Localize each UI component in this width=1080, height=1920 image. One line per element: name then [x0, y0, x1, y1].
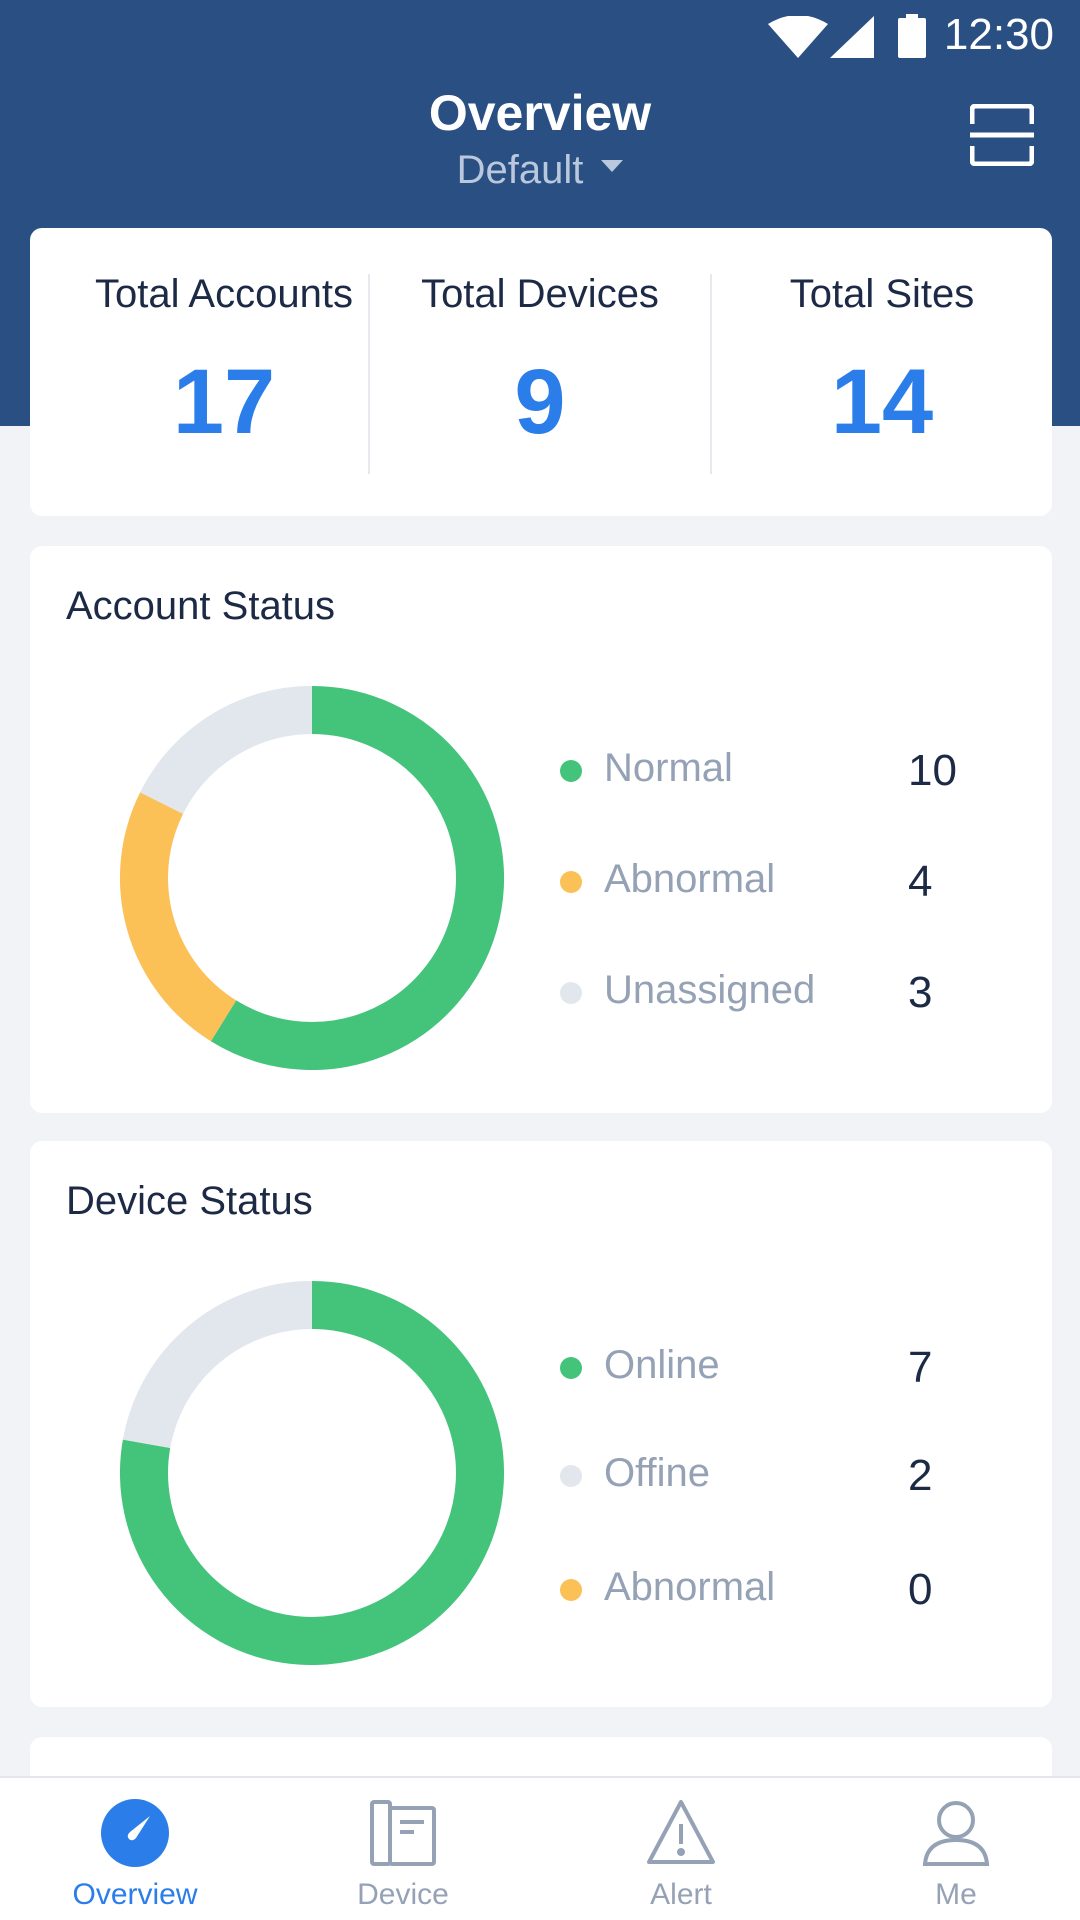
summary-total-sites[interactable]: Total Sites 14: [712, 228, 1052, 516]
nav-label: Alert: [650, 1878, 712, 1911]
bottom-navigation: Overview Device Alert Me: [0, 1776, 1080, 1920]
donut-segment-unassigned: [140, 686, 313, 815]
device-status-donut: [120, 1281, 504, 1665]
legend-dot: [560, 982, 582, 1004]
nav-tab-alert[interactable]: Alert: [546, 1778, 816, 1920]
donut-segment-abnormal: [120, 792, 237, 1042]
legend-row-normal: Normal 10: [548, 740, 998, 800]
nav-tab-me[interactable]: Me: [821, 1778, 1080, 1920]
legend-value: 2: [908, 1451, 933, 1500]
legend-dot: [560, 871, 582, 893]
legend-value: 0: [908, 1565, 933, 1614]
caret-down-icon: [601, 160, 624, 173]
legend-row-online: Online 7: [548, 1337, 998, 1397]
donut-segment-offine: [122, 1281, 313, 1449]
legend-value: 4: [908, 857, 933, 906]
user-icon: [922, 1801, 990, 1866]
legend-label: Normal: [604, 746, 733, 790]
summary-value: 14: [830, 351, 934, 453]
site-selector[interactable]: Default: [0, 148, 1080, 193]
legend-dot: [560, 760, 582, 782]
card-title: Device Status: [66, 1179, 313, 1223]
account-status-donut: [120, 686, 504, 1070]
summary-total-accounts[interactable]: Total Accounts 17: [54, 228, 394, 516]
summary-label: Total Sites: [789, 272, 975, 316]
legend-label: Abnormal: [604, 1565, 776, 1609]
wifi-icon: [768, 16, 828, 58]
nav-label: Device: [357, 1878, 449, 1911]
legend-value: 3: [908, 968, 933, 1017]
nav-tab-overview[interactable]: Overview: [0, 1778, 270, 1920]
alert-icon: [647, 1800, 715, 1864]
status-bar: 12:30: [0, 0, 1080, 72]
legend-label: Unassigned: [604, 968, 816, 1012]
scan-icon[interactable]: [970, 104, 1034, 166]
device-icon: [370, 1800, 436, 1866]
legend-row-abnormal: Abnormal 0: [548, 1559, 998, 1619]
summary-label: Total Accounts: [95, 272, 353, 316]
summary-card: Total Accounts 17 Total Devices 9 Total …: [30, 228, 1052, 516]
summary-value: 9: [514, 351, 566, 453]
account-status-card[interactable]: Account Status Normal 10 Abnormal 4 Unas…: [30, 546, 1052, 1113]
legend-dot: [560, 1579, 582, 1601]
app-screen: 12:30 Overview Default Total Accounts 17…: [0, 0, 1080, 1920]
nav-tab-device[interactable]: Device: [268, 1778, 538, 1920]
donut-segment-normal: [210, 686, 504, 1070]
legend-row-abnormal: Abnormal 4: [548, 851, 998, 911]
dashboard-icon: [101, 1799, 169, 1867]
legend-value: 10: [908, 746, 957, 795]
legend-label: Abnormal: [604, 857, 776, 901]
site-selector-label: Default: [456, 148, 584, 192]
summary-total-devices[interactable]: Total Devices 9: [370, 228, 710, 516]
legend-value: 7: [908, 1343, 933, 1392]
device-status-card[interactable]: Device Status Online 7 Offine 2 Abnormal…: [30, 1141, 1052, 1707]
legend-dot: [560, 1357, 582, 1379]
battery-icon: [898, 14, 926, 58]
legend-row-unassigned: Unassigned 3: [548, 962, 998, 1022]
legend-dot: [560, 1465, 582, 1487]
page-title: Overview: [428, 85, 652, 141]
status-time: 12:30: [943, 10, 1054, 59]
card-title: Account Status: [66, 584, 336, 628]
legend-label: Offine: [604, 1451, 710, 1495]
summary-label: Total Devices: [421, 272, 659, 316]
signal-icon: [830, 16, 874, 58]
nav-label: Overview: [72, 1878, 198, 1911]
legend-row-offline: Offine 2: [548, 1445, 998, 1505]
summary-value: 17: [172, 351, 276, 453]
nav-label: Me: [935, 1878, 977, 1911]
legend-label: Online: [604, 1343, 720, 1387]
